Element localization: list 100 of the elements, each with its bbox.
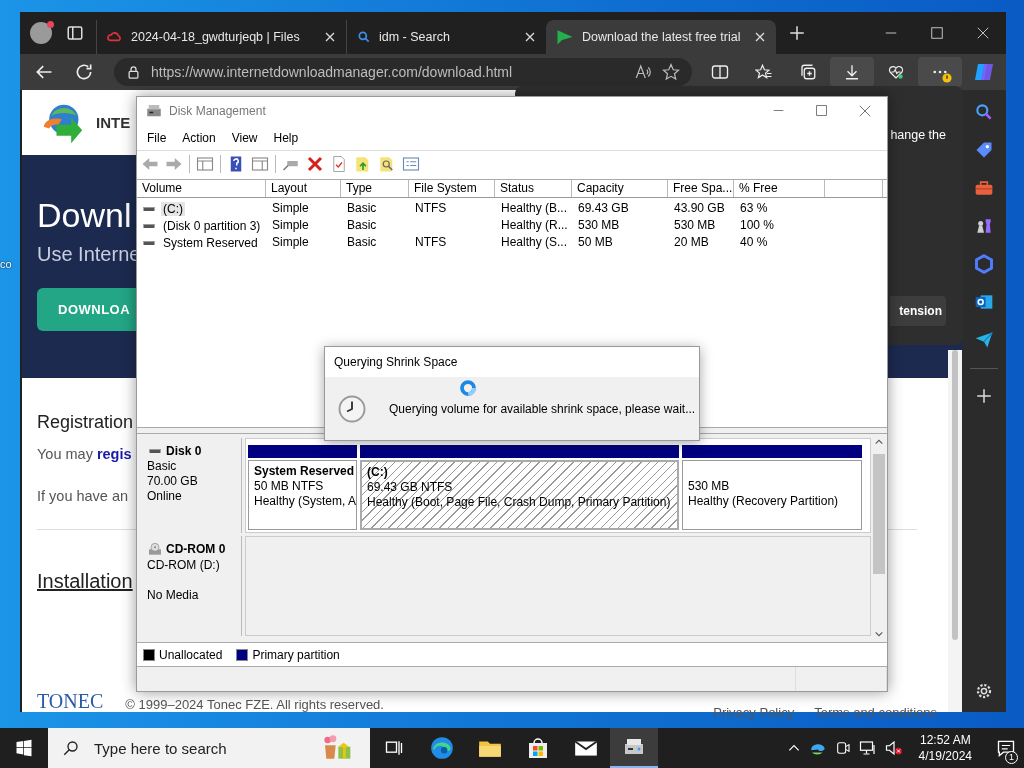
table-cell[interactable]: (C:) bbox=[161, 201, 185, 216]
table-cell-text: 63 % bbox=[739, 200, 769, 218]
lock-icon bbox=[126, 64, 141, 80]
maximize-icon[interactable] bbox=[930, 26, 944, 40]
settings-icon[interactable] bbox=[975, 682, 993, 700]
action-pane-icon[interactable] bbox=[251, 154, 269, 173]
taskbar-button[interactable] bbox=[610, 728, 658, 768]
collections-icon[interactable] bbox=[799, 63, 817, 81]
partition[interactable]: System Reserved 50 MB NTFS Healthy (System, A bbox=[248, 459, 357, 530]
notification-icon[interactable] bbox=[996, 738, 1016, 758]
column-header[interactable]: Capacity bbox=[572, 180, 668, 198]
table-cell-text: 43.90 GB bbox=[673, 200, 726, 218]
browser-tab[interactable]: Download the latest free trial bbox=[546, 20, 776, 54]
table-cell-text: Simple bbox=[271, 217, 310, 235]
meet-now-icon[interactable] bbox=[834, 740, 851, 756]
disk-name: Disk 0 bbox=[166, 443, 202, 459]
list-icon[interactable] bbox=[402, 154, 420, 173]
table-cell-text: NTFS bbox=[414, 200, 448, 218]
notification-count: 1 bbox=[1005, 751, 1018, 764]
browser-icon[interactable] bbox=[429, 735, 455, 761]
disk-type: Basic bbox=[147, 458, 178, 474]
menu-item[interactable]: View bbox=[223, 130, 266, 145]
table-cell-text: 530 MB bbox=[577, 217, 621, 235]
column-header[interactable]: Volume bbox=[137, 180, 266, 198]
table-cell-text: 50 MB bbox=[577, 234, 614, 252]
profile-avatar[interactable] bbox=[30, 22, 52, 44]
downloads-button[interactable] bbox=[830, 57, 874, 87]
windows-logo-icon[interactable] bbox=[15, 739, 33, 757]
paragraph-text: You may bbox=[37, 445, 93, 464]
tag-icon[interactable] bbox=[974, 140, 994, 160]
arrow-icon bbox=[556, 28, 574, 46]
extension-button[interactable]: tension bbox=[890, 296, 946, 326]
page-heading: Downl bbox=[37, 195, 132, 235]
section-title: Installation bbox=[37, 569, 133, 594]
table-cell-text: Simple bbox=[271, 234, 310, 252]
paragraph-text: If you have an bbox=[37, 487, 129, 506]
table-cell-text: 100 % bbox=[739, 217, 776, 235]
brand-name: INTE bbox=[96, 114, 131, 131]
favorite-star-icon[interactable] bbox=[662, 63, 680, 81]
column-header[interactable]: % Free bbox=[734, 180, 825, 198]
heart-pulse-icon[interactable] bbox=[887, 63, 905, 81]
table-cell-text: 20 MB bbox=[673, 234, 710, 252]
tab-actions-icon[interactable] bbox=[66, 24, 84, 42]
address-bar[interactable]: https://www.internetdownloadmanager.com/download.html bbox=[114, 58, 692, 86]
disk-type: CD-ROM (D:) bbox=[147, 557, 221, 573]
column-header[interactable]: Layout bbox=[266, 180, 341, 198]
column-header[interactable]: Type bbox=[341, 180, 409, 198]
outlook-icon[interactable] bbox=[974, 292, 994, 312]
partition[interactable]: 530 MB Healthy (Recovery Partition) bbox=[682, 459, 862, 530]
partition[interactable]: (C:) 69.43 GB NTFS Healthy (Boot, Page File, Crash Dump, Primary Partition) bbox=[360, 459, 679, 530]
table-cell-text: Healthy (B... bbox=[500, 200, 569, 218]
checklist-icon[interactable] bbox=[330, 154, 348, 173]
clock[interactable]: 12:52 AM 4/19/2024 bbox=[910, 732, 980, 764]
network-icon[interactable] bbox=[858, 739, 877, 757]
muted-speaker-icon[interactable] bbox=[884, 739, 903, 757]
menu-item[interactable]: Action bbox=[174, 130, 224, 145]
disk-size: 70.00 GB bbox=[147, 473, 199, 489]
search-box[interactable]: Type here to search bbox=[48, 728, 370, 768]
table-cell[interactable]: (Disk 0 partition 3) bbox=[161, 218, 263, 233]
console-tree-icon[interactable] bbox=[196, 154, 214, 173]
column-header[interactable]: File System bbox=[409, 180, 495, 198]
table-cell-text: 40 % bbox=[739, 234, 769, 252]
menu-item[interactable]: Help bbox=[265, 130, 307, 145]
scrollbar[interactable] bbox=[948, 350, 962, 712]
store-icon[interactable] bbox=[526, 736, 550, 760]
menu-item[interactable]: File bbox=[139, 130, 175, 145]
folder-search-icon[interactable] bbox=[378, 154, 396, 173]
maximize-icon[interactable] bbox=[815, 103, 828, 117]
split-screen-icon[interactable] bbox=[711, 63, 729, 81]
column-header[interactable]: Free Spa... bbox=[668, 180, 734, 198]
desktop-icon-label: co bbox=[0, 258, 12, 270]
cd-drive-icon bbox=[147, 541, 163, 558]
close-icon[interactable] bbox=[324, 31, 336, 43]
disk-status: No Media bbox=[147, 587, 200, 603]
dialog-title: Querying Shrink Space bbox=[334, 355, 458, 369]
column-header[interactable]: Status bbox=[495, 180, 572, 198]
paper-plane-icon[interactable] bbox=[974, 330, 994, 350]
table-cell-text: Healthy (S... bbox=[500, 234, 569, 252]
copilot-app-icon[interactable] bbox=[974, 254, 994, 274]
search-icon[interactable] bbox=[974, 102, 994, 122]
table-cell-text: 69.43 GB bbox=[577, 200, 630, 218]
toolbox-icon[interactable] bbox=[974, 178, 994, 198]
chess-pieces-icon[interactable] bbox=[974, 216, 994, 236]
register-link[interactable]: regis bbox=[96, 443, 132, 465]
read-aloud-icon[interactable] bbox=[634, 63, 652, 81]
close-icon[interactable] bbox=[754, 31, 766, 43]
table-cell-text: Basic bbox=[346, 234, 378, 252]
close-icon[interactable] bbox=[524, 31, 536, 43]
close-icon[interactable] bbox=[976, 26, 990, 40]
refresh-icon[interactable] bbox=[74, 62, 94, 82]
delete-icon[interactable] bbox=[306, 154, 324, 173]
task-view-icon[interactable] bbox=[384, 738, 404, 758]
search-field[interactable]: Type here to search bbox=[92, 738, 296, 758]
new-tab-icon[interactable] bbox=[788, 24, 806, 42]
section-title: Registration bbox=[37, 411, 134, 434]
table-cell[interactable]: System Reserved bbox=[161, 235, 260, 250]
warning-badge-icon bbox=[942, 73, 952, 83]
table-cell-text: Basic bbox=[346, 217, 378, 235]
plus-icon[interactable] bbox=[975, 387, 993, 405]
favorites-icon[interactable] bbox=[755, 63, 773, 81]
